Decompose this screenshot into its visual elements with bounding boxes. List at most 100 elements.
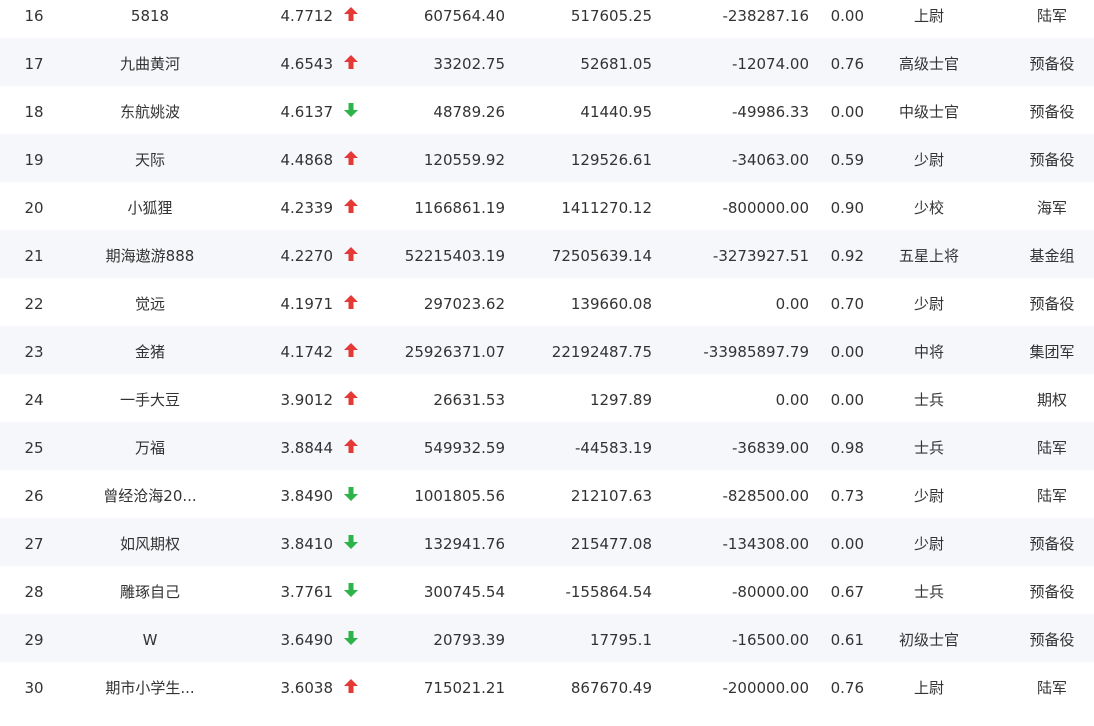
table-row[interactable]: 22 觉远 4.1971 297023.62 139660.08 0.00 0.70 少尉 预备…	[0, 278, 1094, 326]
withdrawal-cell: -800000.00	[722, 199, 809, 217]
rank-cell: 19	[24, 151, 44, 169]
arrow-up-icon	[340, 374, 362, 422]
equity-cell: 1001805.56	[414, 487, 505, 505]
arrow-up-icon	[340, 326, 362, 374]
profit-cell: 215477.08	[570, 535, 652, 553]
arrow-down-icon	[340, 566, 362, 614]
trader-name-link[interactable]: 期海遨游888	[90, 230, 210, 278]
rank-cell: 22	[24, 295, 44, 313]
rank-cell: 24	[24, 391, 44, 409]
rank-cell: 18	[24, 103, 44, 121]
score-cell: 4.1971	[280, 295, 334, 313]
trader-name-link[interactable]: 小狐狸	[90, 182, 210, 230]
ratio-cell: 0.76	[830, 55, 864, 73]
table-row[interactable]: 29 W 3.6490 20793.39 17795.1 -16500.00 0.61 初级士…	[0, 614, 1094, 662]
trader-name-link[interactable]: 曾经沧海20...	[90, 470, 210, 518]
rank-cell: 21	[24, 247, 44, 265]
equity-cell: 549932.59	[423, 439, 505, 457]
group-cell: 陆军	[1036, 7, 1067, 25]
table-row[interactable]: 30 期市小学生... 3.6038 715021.21 867670.49 -20000…	[0, 662, 1094, 710]
rank-cell: 20	[24, 199, 44, 217]
trader-name-link[interactable]: 一手大豆	[90, 374, 210, 422]
trader-name-link[interactable]: 期市小学生...	[90, 662, 210, 710]
equity-cell: 20793.39	[433, 631, 505, 649]
arrow-up-icon	[340, 422, 362, 470]
military-rank-cell: 上尉	[913, 679, 944, 697]
arrow-up-icon	[340, 662, 362, 710]
rank-cell: 16	[24, 7, 44, 25]
table-row[interactable]: 24 一手大豆 3.9012 26631.53 1297.89 0.00 0.00 士兵 期权	[0, 374, 1094, 422]
rank-cell: 30	[24, 679, 44, 697]
table-row[interactable]: 23 金猪 4.1742 25926371.07 22192487.75 -3398589…	[0, 326, 1094, 374]
military-rank-cell: 中级士官	[898, 103, 959, 121]
score-cell: 3.6038	[280, 679, 334, 697]
table-row[interactable]: 25 万福 3.8844 549932.59 -44583.19 -36839.00 0.9…	[0, 422, 1094, 470]
group-cell: 集团军	[1029, 343, 1075, 361]
profit-cell: -155864.54	[565, 583, 652, 601]
military-rank-cell: 五星上将	[898, 247, 959, 265]
score-cell: 3.6490	[280, 631, 334, 649]
ratio-cell: 0.92	[830, 247, 864, 265]
equity-cell: 1166861.19	[414, 199, 505, 217]
military-rank-cell: 初级士官	[898, 631, 959, 649]
table-row[interactable]: 26 曾经沧海20... 3.8490 1001805.56 212107.63 -828…	[0, 470, 1094, 518]
trader-name-link[interactable]: 金猪	[90, 326, 210, 374]
table-row[interactable]: 19 天际 4.4868 120559.92 129526.61 -34063.00 0.5…	[0, 134, 1094, 182]
rank-cell: 17	[24, 55, 44, 73]
equity-cell: 297023.62	[423, 295, 505, 313]
trader-name-link[interactable]: W	[90, 614, 210, 662]
withdrawal-cell: -36839.00	[732, 439, 809, 457]
withdrawal-cell: -828500.00	[722, 487, 809, 505]
equity-cell: 715021.21	[423, 679, 505, 697]
withdrawal-cell: -3273927.51	[712, 247, 809, 265]
trader-name-link[interactable]: 东航姚波	[90, 86, 210, 134]
profit-cell: 72505639.14	[551, 247, 652, 265]
score-cell: 4.1742	[280, 343, 334, 361]
group-cell: 陆军	[1036, 487, 1067, 505]
equity-cell: 25926371.07	[404, 343, 505, 361]
trader-name-link[interactable]: 雕琢自己	[90, 566, 210, 614]
score-cell: 4.2339	[280, 199, 334, 217]
score-cell: 3.7761	[280, 583, 334, 601]
trader-name-link[interactable]: 天际	[90, 134, 210, 182]
group-cell: 陆军	[1036, 679, 1067, 697]
group-cell: 预备役	[1029, 583, 1075, 601]
military-rank-cell: 士兵	[913, 391, 944, 409]
arrow-up-icon	[340, 38, 362, 86]
ratio-cell: 0.76	[830, 679, 864, 697]
table-row[interactable]: 21 期海遨游888 4.2270 52215403.19 72505639.14 -32…	[0, 230, 1094, 278]
equity-cell: 26631.53	[433, 391, 505, 409]
table-row[interactable]: 17 九曲黄河 4.6543 33202.75 52681.05 -12074.00 0.7…	[0, 38, 1094, 86]
group-cell: 预备役	[1029, 55, 1075, 73]
group-cell: 海军	[1036, 199, 1067, 217]
group-cell: 期权	[1036, 391, 1067, 409]
table-row[interactable]: 27 如风期权 3.8410 132941.76 215477.08 -134308.00…	[0, 518, 1094, 566]
trader-name-link[interactable]: 如风期权	[90, 518, 210, 566]
table-row[interactable]: 20 小狐狸 4.2339 1166861.19 1411270.12 -800000.0…	[0, 182, 1094, 230]
withdrawal-cell: -200000.00	[722, 679, 809, 697]
ratio-cell: 0.00	[830, 343, 864, 361]
arrow-up-icon	[340, 182, 362, 230]
ratio-cell: 0.90	[830, 199, 864, 217]
equity-cell: 33202.75	[433, 55, 505, 73]
arrow-down-icon	[340, 86, 362, 134]
group-cell: 基金组	[1029, 247, 1075, 265]
trader-name-link[interactable]: 觉远	[90, 278, 210, 326]
trader-name-link[interactable]: 万福	[90, 422, 210, 470]
table-row[interactable]: 28 雕琢自己 3.7761 300745.54 -155864.54 -80000.00…	[0, 566, 1094, 614]
arrow-up-icon	[340, 0, 362, 38]
group-cell: 预备役	[1029, 295, 1075, 313]
ratio-cell: 0.73	[830, 487, 864, 505]
table-row[interactable]: 16 5818 4.7712 607564.40 517605.25 -238287.16…	[0, 0, 1094, 38]
trader-name-link[interactable]: 5818	[90, 0, 210, 38]
ranking-table: 16 5818 4.7712 607564.40 517605.25 -238287.16…	[0, 0, 1094, 710]
ratio-cell: 0.67	[830, 583, 864, 601]
score-cell: 4.2270	[280, 247, 334, 265]
arrow-up-icon	[340, 230, 362, 278]
score-cell: 4.6137	[280, 103, 334, 121]
table-row[interactable]: 18 东航姚波 4.6137 48789.26 41440.95 -49986.33 0.0…	[0, 86, 1094, 134]
military-rank-cell: 士兵	[913, 583, 944, 601]
ratio-cell: 0.61	[830, 631, 864, 649]
arrow-up-icon	[340, 134, 362, 182]
trader-name-link[interactable]: 九曲黄河	[90, 38, 210, 86]
